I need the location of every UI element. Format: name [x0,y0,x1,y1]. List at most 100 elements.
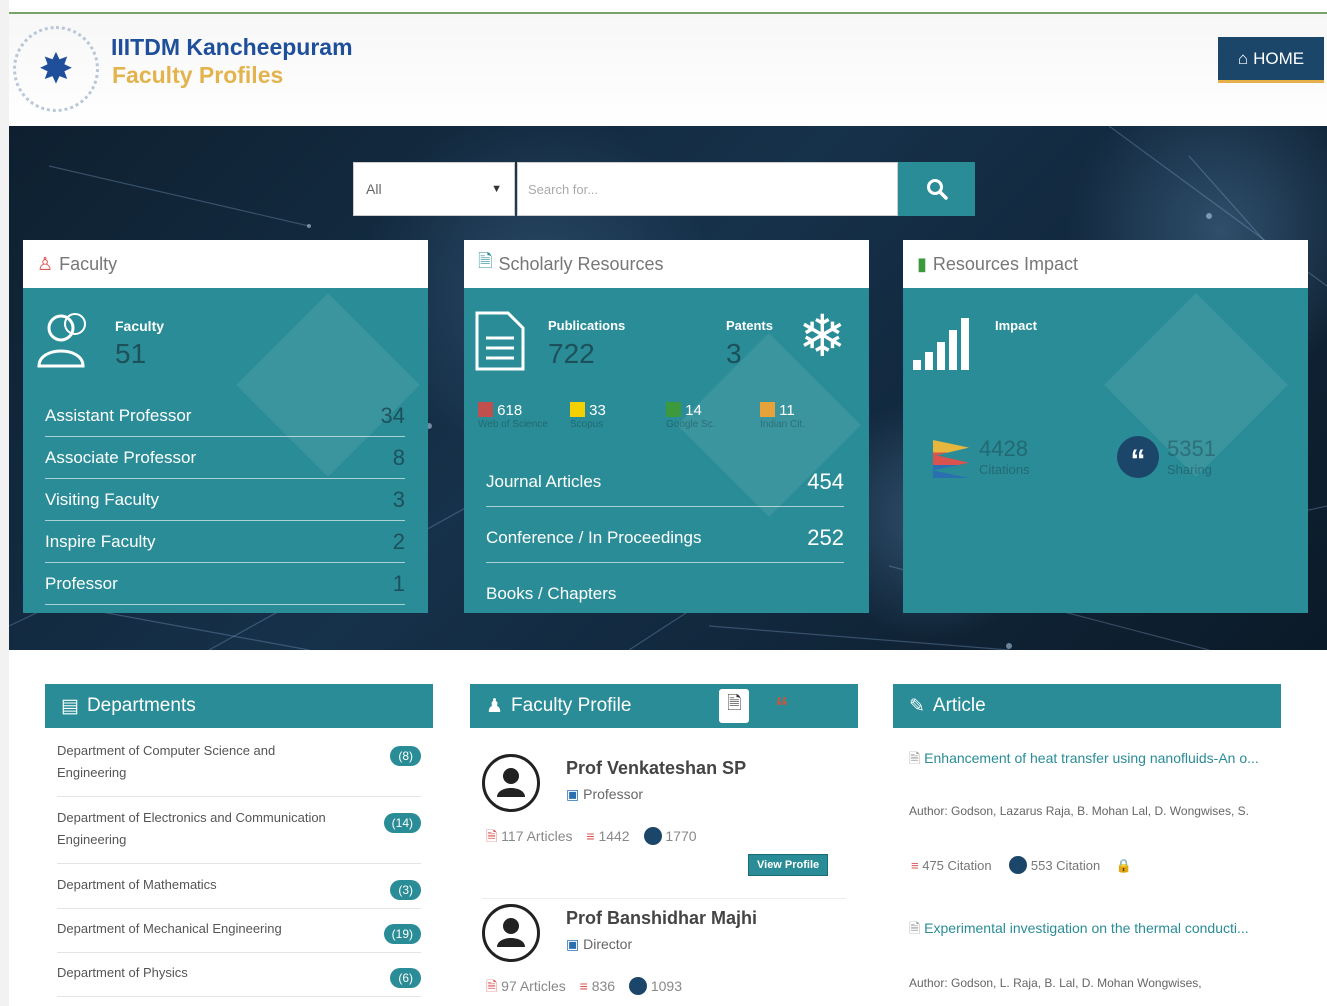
brand-subtitle: Faculty Profiles [112,62,284,88]
home-icon: ⌂ [1237,48,1249,68]
faculty-card-title: Faculty [59,253,118,274]
document-tab-icon[interactable]: 🗎 [719,689,750,723]
faculty-row[interactable]: Associate Professor 8 [45,437,405,479]
site-header: ✸ IIITDM Kancheepuram Faculty Profiles ⌂… [9,14,1327,126]
publication-row[interactable]: Conference / In Proceedings 252 [486,514,844,563]
sharing-value: 5351 [1167,436,1216,461]
index-stat[interactable]: 11 Indian Cit. [760,402,805,430]
home-button[interactable]: ⌂ HOME [1218,37,1324,83]
index-label: Scopus [570,419,604,430]
users-icon: ♙ [37,253,54,274]
category-select-value: All [366,181,382,197]
faculty-name[interactable]: Prof Banshidhar Majhi [566,908,757,929]
faculty-stats: 🗎 97 Articles ≡ 836 1093 [486,976,682,1000]
article-sharing: 553 Citation [1030,858,1101,873]
institute-logo[interactable]: ✸ [13,26,99,112]
department-item[interactable]: Department of Physics (6) [57,962,421,997]
departments-panel: ▤ Departments Department of Computer Sci… [45,684,433,1006]
publication-row[interactable]: Books / Chapters [486,570,844,613]
index-label: Google Sc. [666,419,716,430]
department-item[interactable]: Department of Mathematics (3) [57,874,421,909]
publication-row-label: Books / Chapters [486,584,617,603]
faculty-articles: 117 Articles [501,828,573,844]
faculty-citations: 1442 [598,828,630,844]
index-label: Indian Cit. [760,419,806,430]
faculty-stat-value: 51 [115,338,147,369]
department-name: Department of Physics [57,965,188,980]
article-author: Author: Godson, L. Raja, B. Lal, D. Moha… [909,976,1202,990]
category-select[interactable]: All ▼ [353,162,515,216]
faculty-row[interactable]: Visiting Faculty 3 [45,479,405,521]
snowflake-icon: ❄ [798,304,847,369]
faculty-card: ♙ Faculty Faculty 51 Assistant Professor… [23,240,428,613]
faculty-row[interactable]: Inspire Faculty 2 [45,521,405,563]
avatar [482,754,540,812]
citations-icon [933,440,969,478]
citations-label: Citations [979,462,1030,477]
publication-row[interactable]: Journal Articles 454 [486,458,844,507]
department-item[interactable]: Department of Computer Science and Engin… [57,740,421,797]
publications-label: Publications [548,318,626,333]
search-input[interactable]: Search for... [517,162,898,216]
chevron-down-icon: ▼ [491,183,502,195]
faculty-role: ▣ Director [566,936,632,953]
article-item-title[interactable]: 🗎 Enhancement of heat transfer using nan… [909,748,1265,768]
scholarly-resources-card: 🗎 Scholarly Resources Publications 722 P… [464,240,869,613]
article-title: Article [932,695,986,716]
article-panel: ✎ Article 🗎 Enhancement of heat transfer… [893,684,1281,1006]
faculty-row[interactable]: Assistant Professor 34 [45,395,405,437]
departments-header: ▤ Departments [45,684,433,728]
article-item-title[interactable]: 🗎 Experimental investigation on the ther… [909,918,1265,938]
quote-icon: “ [1117,436,1159,478]
department-item[interactable]: Department of Mechanical Engineering (19… [57,918,421,953]
search-button[interactable] [898,162,975,216]
faculty-profile-item: Prof Banshidhar Majhi ▣ Director 🗎 97 Ar… [482,898,846,1006]
index-value: 33 [589,402,606,419]
index-stat[interactable]: 33 Scopus [570,402,606,430]
index-square-icon [760,402,775,417]
publication-row-value: 454 [807,469,844,494]
faculty-stats: 🗎 117 Articles ≡ 1442 1770 [486,826,697,850]
scholarly-card-title: Scholarly Resources [498,253,664,274]
faculty-row-value: 2 [392,528,405,554]
search-icon [926,179,948,200]
view-profile-button[interactable]: View Profile [748,854,829,876]
department-count-badge: (14) [383,813,421,833]
sharing-icon [643,827,662,845]
department-name: Department of Electronics and Communicat… [57,810,326,847]
department-item[interactable]: Department of Electronics and Communicat… [57,807,421,864]
faculty-sharing: 1770 [665,828,697,844]
faculty-row-value: 8 [392,444,405,470]
quote-tab-icon[interactable]: “ [775,691,788,722]
citations-icon: ≡ [911,858,919,873]
faculty-row-label: Visiting Faculty [45,489,160,509]
brand-title[interactable]: IIITDM Kancheepuram [111,34,353,61]
person-icon [497,918,525,947]
edit-icon: ✎ [909,695,925,717]
sharing-icon [628,977,647,995]
faculty-card-header: ♙ Faculty [23,240,428,288]
document-icon: 🗎 [478,251,493,271]
index-stat[interactable]: 618 Web of Science [478,402,548,430]
faculty-name[interactable]: Prof Venkateshan SP [566,758,746,779]
search-placeholder: Search for... [528,181,599,197]
page: ✸ IIITDM Kancheepuram Faculty Profiles ⌂… [9,0,1327,1006]
impact-card-title: Resources Impact [932,253,1078,274]
faculty-row-label: Assistant Professor [45,405,192,425]
document-icon: 🗎 [909,750,921,766]
document-icon: 🗎 [909,920,921,936]
department-name: Department of Mechanical Engineering [57,921,282,936]
department-name: Department of Computer Science and Engin… [57,743,276,780]
department-count-badge: (3) [390,880,421,900]
person-icon [497,768,525,797]
department-count-badge: (6) [390,968,421,988]
citations-icon: ≡ [579,978,588,994]
home-button-label: HOME [1253,48,1305,68]
faculty-profile-panel: ♟ Faculty Profile 🗎 “ Prof Venkateshan S… [470,684,858,1006]
patents-value: 3 [726,338,742,369]
faculty-role: ▣ Professor [566,786,643,803]
faculty-row[interactable]: Professor 1 [45,563,405,605]
index-stat[interactable]: 14 Google Sc. [666,402,715,430]
faculty-profile-item: Prof Venkateshan SP ▣ Professor 🗎 117 Ar… [482,748,846,899]
articles-icon: 🗎 [486,978,498,994]
